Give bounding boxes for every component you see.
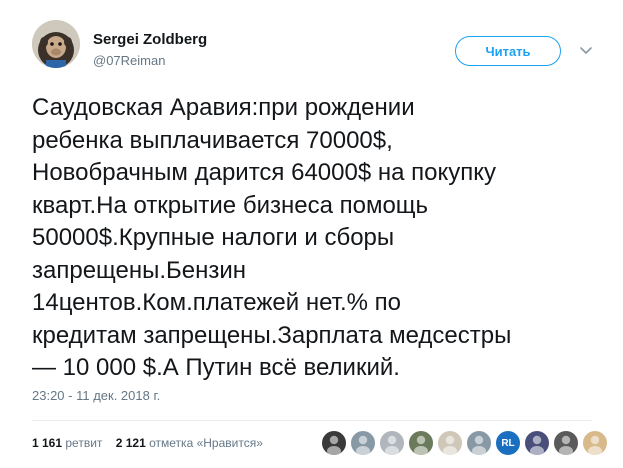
liker-avatar-icon[interactable]	[524, 430, 550, 456]
chevron-down-icon[interactable]	[578, 42, 594, 58]
tweet-text-line: — 10 000 $.А Путин всё великий.	[32, 354, 400, 381]
tweet-stats: 1 161 ретвит 2 121 отметка «Нравится»	[32, 436, 263, 450]
tweet-text-line: запрещены.Бензин	[32, 256, 247, 284]
liker-avatars: RL	[321, 430, 608, 456]
tweet-text-line: Новобрачным дарится 64000$ на покупку	[32, 159, 496, 186]
tweet-text-line: 50000$.Крупные налоги и сборы	[32, 224, 395, 251]
liker-avatar-icon[interactable]	[350, 430, 376, 456]
liker-avatar-icon[interactable]	[379, 430, 405, 456]
retweets-stat[interactable]: 1 161 ретвит	[32, 436, 102, 450]
tweet-text-line: кварт.На открытие бизнеса помощь	[32, 191, 429, 219]
tweet-text-line: кредитам запрещены.Зарплата медсестры	[32, 321, 512, 349]
liker-avatar-icon[interactable]	[582, 430, 608, 456]
tweet-timestamp[interactable]: 23:20 - 11 дек. 2018 г.	[32, 388, 160, 403]
tweet-text-line: Саудовская Аравия:при рождении	[32, 94, 415, 121]
author-avatar[interactable]	[32, 20, 80, 68]
liker-avatar-icon[interactable]	[553, 430, 579, 456]
author-handle[interactable]: @07Reiman	[93, 53, 165, 68]
likes-stat[interactable]: 2 121 отметка «Нравится»	[116, 436, 263, 450]
liker-avatar-label: RL	[501, 437, 515, 449]
tweet-card: Sergei Zoldberg @07Reiman Читать Саудовс…	[0, 0, 623, 468]
divider	[32, 420, 592, 421]
liker-avatar-icon[interactable]	[466, 430, 492, 456]
tweet-text-line: 14центов.Ком.платежей нет.% по	[32, 289, 402, 316]
author-name[interactable]: Sergei Zoldberg	[93, 31, 207, 48]
liker-avatar-icon[interactable]	[408, 430, 434, 456]
liker-avatar-icon[interactable]	[437, 430, 463, 456]
tweet-text-line: ребенка выплачивается 70000$,	[32, 126, 393, 154]
likes-count: 2 121	[115, 436, 146, 450]
retweets-label: ретвит	[65, 436, 103, 450]
liker-avatar-icon[interactable]	[321, 430, 347, 456]
liker-avatar-icon[interactable]: RL	[495, 430, 521, 456]
likes-label: отметка «Нравится»	[149, 436, 263, 450]
retweets-count: 1 161	[32, 436, 63, 450]
follow-button[interactable]: Читать	[455, 36, 561, 66]
tweet-text: Саудовская Аравия:при рождении ребенка в…	[32, 92, 607, 385]
